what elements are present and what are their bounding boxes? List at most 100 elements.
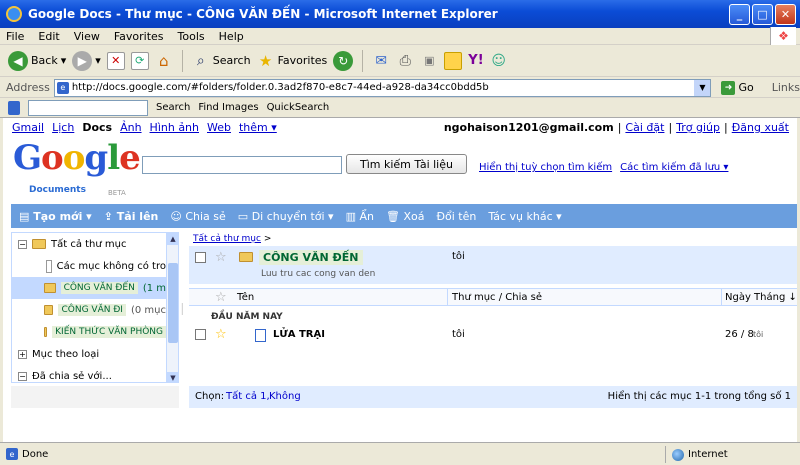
search-links: Hiển thị tuỳ chọn tìm kiếm Các tìm kiếm …	[479, 162, 728, 173]
tree-item-kien-thuc-van-phong[interactable]: KIẾN THỨC VĂN PHÒNG	[12, 321, 166, 343]
row-date: 26 / 8	[725, 329, 754, 340]
nav-lich[interactable]: Lịch	[52, 121, 74, 134]
row-owner: tôi	[452, 329, 465, 340]
tree-item-cong-van-den[interactable]: CÔNG VĂN ĐẾN (1 m	[12, 277, 166, 299]
current-folder-header: ☆ CÔNG VĂN ĐẾN tôi Luu tru cac cong van …	[189, 246, 797, 284]
folder-icon	[44, 283, 56, 293]
maximize-button[interactable]: □	[752, 4, 773, 25]
mail-icon[interactable]: ✉	[372, 52, 390, 70]
quicksearch-label[interactable]: QuickSearch	[267, 102, 330, 113]
folder-checkbox[interactable]	[195, 252, 206, 263]
trash-icon: 🗑	[386, 209, 400, 223]
star-icon[interactable]: ☆	[215, 251, 227, 264]
nav-docs: Docs	[82, 121, 113, 134]
print-icon[interactable]: ⎙	[396, 52, 414, 70]
saved-searches-link[interactable]: Các tìm kiếm đã lưu ▾	[620, 162, 728, 173]
yahoo-icon[interactable]: Y!	[468, 53, 483, 68]
more-actions-button[interactable]: Tác vụ khác ▾	[488, 210, 561, 223]
folder-tree: − Tất cả thư mục Các mục không có tro CÔ…	[12, 233, 166, 382]
history-icon[interactable]: ↻	[333, 50, 354, 71]
menu-view[interactable]: View	[74, 30, 100, 43]
go-button[interactable]: ➜ Go	[721, 80, 754, 95]
expand-icon[interactable]: +	[18, 349, 27, 359]
tree-item-unfiled[interactable]: Các mục không có tro	[12, 255, 166, 277]
pane-splitter[interactable]: ⁝ ⁝	[181, 303, 185, 324]
address-dropdown-icon[interactable]: ▼	[694, 79, 711, 96]
forward-button[interactable]: ▶ ▾	[72, 50, 101, 71]
page-icon: e	[6, 448, 18, 460]
row-checkbox[interactable]	[195, 329, 206, 340]
status-done: e Done	[0, 448, 48, 460]
address-bar: Address e http://docs.google.com/#folder…	[0, 78, 800, 98]
tree-item-cong-van-di[interactable]: CÔNG VĂN ĐI (0 mục	[12, 299, 166, 321]
select-none-link[interactable]: Không	[269, 391, 301, 402]
rename-button[interactable]: Đổi tên	[436, 210, 476, 223]
logo-subtitle: Documents	[29, 185, 86, 195]
signout-link[interactable]: Đăng xuất	[732, 121, 789, 134]
minimize-button[interactable]: _	[729, 4, 750, 25]
google-docs-logo[interactable]: Google Documents BETA	[13, 140, 141, 197]
favorites-star-icon: ★	[258, 51, 273, 70]
close-button[interactable]: ✕	[775, 4, 796, 25]
menu-file[interactable]: File	[6, 30, 24, 43]
col-name[interactable]: Tên	[237, 292, 254, 303]
address-input[interactable]: e http://docs.google.com/#folders/folder…	[53, 78, 712, 97]
edit-icon[interactable]: ▣	[420, 52, 438, 70]
expand-icon[interactable]: −	[18, 371, 27, 381]
menu-tools[interactable]: Tools	[178, 30, 205, 43]
move-to-button[interactable]: ▭ Di chuyển tới ▾	[238, 210, 334, 223]
back-button[interactable]: ◀ Back ▾	[8, 50, 66, 71]
search-docs-button[interactable]: Tìm kiếm Tài liệu	[346, 154, 467, 174]
tree-item-all-folders[interactable]: − Tất cả thư mục	[12, 233, 166, 255]
menu-favorites[interactable]: Favorites	[114, 30, 164, 43]
star-icon[interactable]: ☆	[215, 328, 227, 341]
row-name[interactable]: LỬA TRẠI	[273, 329, 325, 340]
toolbar-search-label[interactable]: Search	[156, 102, 190, 113]
hide-button[interactable]: ▥ Ẩn	[346, 210, 374, 223]
find-images-label[interactable]: Find Images	[198, 102, 258, 113]
select-all-link[interactable]: Tất cả 1,	[226, 391, 270, 402]
col-date[interactable]: Ngày Tháng ↓	[725, 292, 797, 303]
scroll-up-icon[interactable]: ▲	[167, 233, 178, 245]
ie-icon	[6, 6, 22, 22]
table-row[interactable]: ☆ LỬA TRẠI tôi 26 / 8 tôi	[189, 326, 797, 344]
links-label[interactable]: Links	[772, 81, 800, 94]
menu-help[interactable]: Help	[219, 30, 244, 43]
google-toolbar: Search Find Images QuickSearch	[0, 98, 800, 118]
file-list-pane: Tất cả thư mục > ☆ CÔNG VĂN ĐẾN tôi Luu …	[189, 232, 797, 383]
nav-web[interactable]: Web	[207, 121, 231, 134]
collapse-icon[interactable]: −	[18, 239, 27, 249]
toolbar-search-input[interactable]	[28, 99, 148, 116]
docs-search-input[interactable]	[142, 156, 342, 174]
favorites-button[interactable]: ★ Favorites	[257, 51, 327, 70]
refresh-icon[interactable]: ⟳	[130, 51, 149, 70]
tree-item-by-type[interactable]: + Mục theo loại	[12, 343, 166, 365]
document-icon	[46, 259, 52, 273]
scroll-down-icon[interactable]: ▼	[167, 372, 178, 382]
nav-gmail[interactable]: Gmail	[12, 121, 44, 134]
tree-item-shared[interactable]: − Đã chia sẻ với...	[12, 365, 166, 382]
scroll-thumb[interactable]	[168, 263, 178, 343]
toolbar-logo-icon[interactable]	[8, 100, 20, 115]
stop-icon[interactable]: ✕	[106, 51, 125, 70]
document-icon	[255, 329, 266, 342]
nav-more[interactable]: thêm ▾	[239, 121, 277, 134]
notes-icon[interactable]	[444, 51, 463, 70]
address-label: Address	[6, 81, 50, 94]
share-button[interactable]: ☺ Chia sẻ	[170, 210, 225, 223]
menu-edit[interactable]: Edit	[38, 30, 59, 43]
help-link[interactable]: Trợ giúp	[676, 121, 720, 134]
tree-scrollbar[interactable]: ▲ ▼	[166, 233, 178, 382]
settings-link[interactable]: Cài đặt	[625, 121, 664, 134]
home-icon[interactable]: ⌂	[155, 52, 173, 70]
col-folder-share[interactable]: Thư mục / Chia sẻ	[452, 292, 542, 303]
show-search-options-link[interactable]: Hiển thị tuỳ chọn tìm kiếm	[479, 162, 612, 173]
create-new-button[interactable]: ▤ Tạo mới ▾	[19, 210, 92, 223]
breadcrumb-all-folders[interactable]: Tất cả thư mục	[193, 234, 261, 244]
delete-button[interactable]: 🗑 Xoá	[386, 210, 424, 223]
nav-hinhanh[interactable]: Hình ảnh	[150, 121, 199, 134]
search-button[interactable]: ⌕ Search	[192, 52, 251, 70]
messenger-icon[interactable]: ☺	[490, 52, 508, 70]
nav-anh[interactable]: Ảnh	[120, 121, 141, 134]
upload-button[interactable]: ⇪ Tải lên	[104, 210, 159, 223]
